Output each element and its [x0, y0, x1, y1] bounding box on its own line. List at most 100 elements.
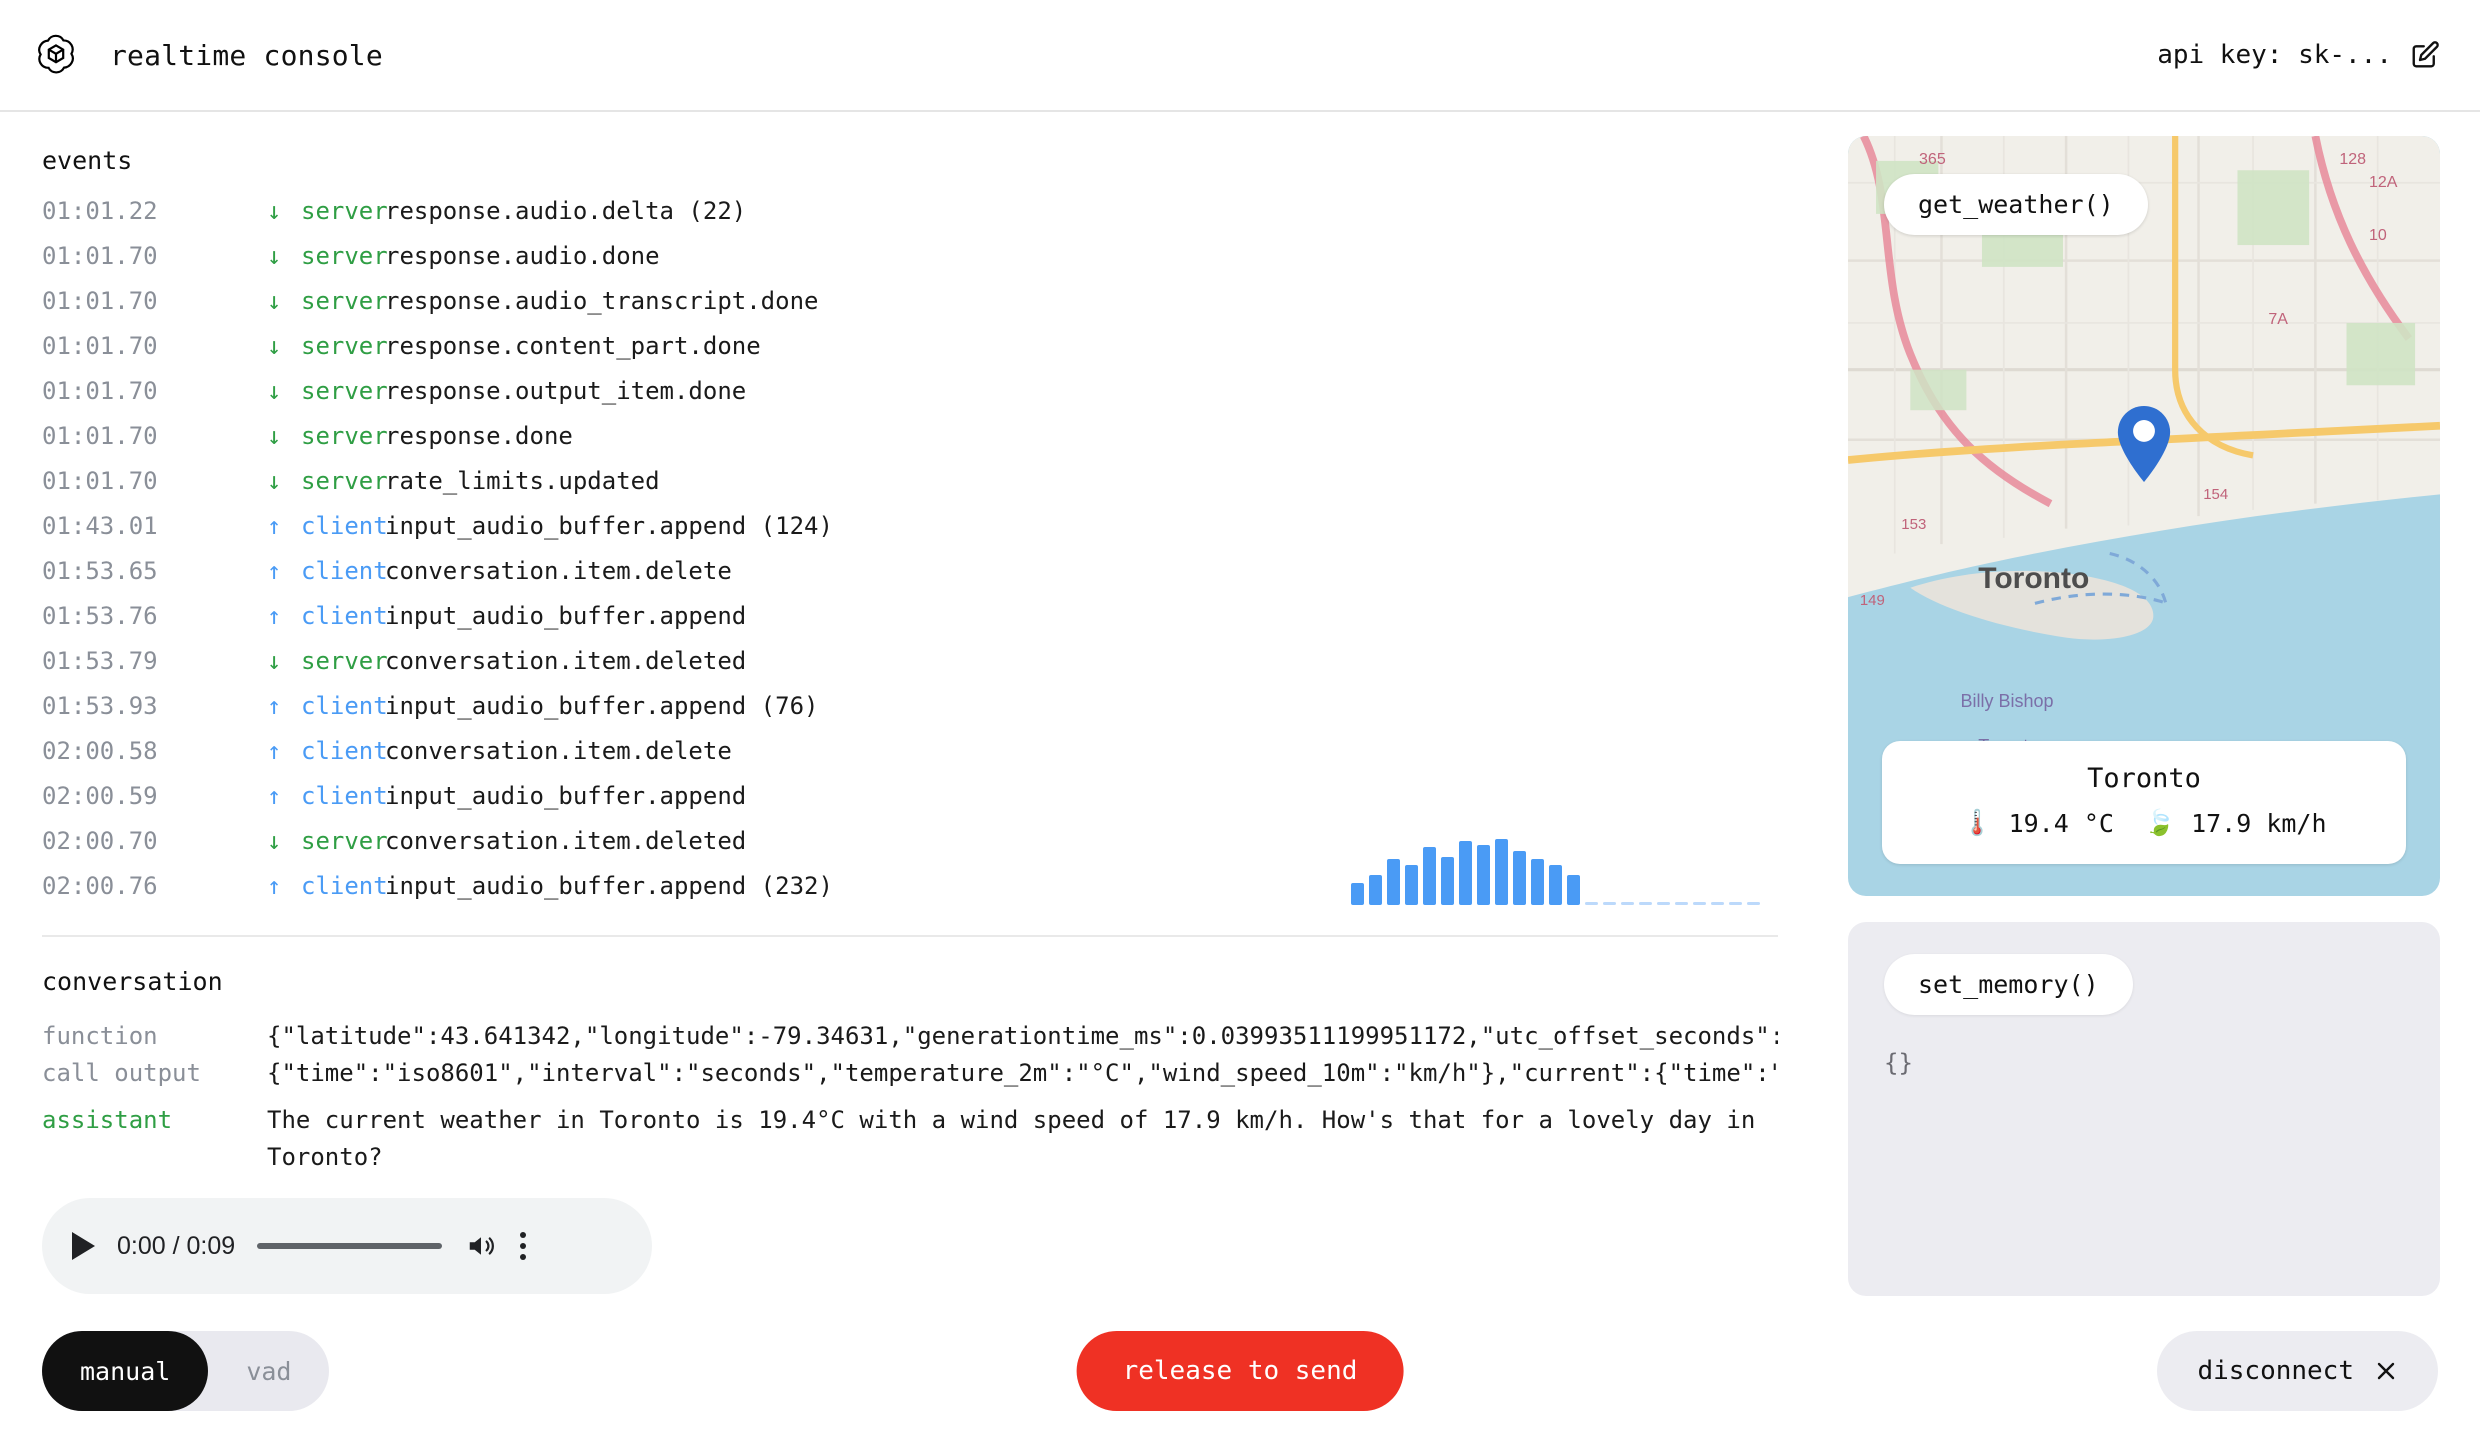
- event-row[interactable]: 01:53.65 ↑ client conversation.item.delete: [42, 557, 1780, 602]
- event-timestamp: 01:01.70: [42, 467, 158, 495]
- play-icon[interactable]: [72, 1232, 95, 1260]
- waveform-bar: [1495, 839, 1508, 905]
- mode-toggle-vad[interactable]: vad: [208, 1331, 329, 1411]
- kebab-menu-icon[interactable]: [520, 1232, 527, 1260]
- event-name: response.content_part.done: [385, 332, 761, 360]
- tools-column: Toronto Billy Bishop Toronto City Airpor…: [1820, 112, 2480, 1296]
- waveform-bar: [1405, 865, 1418, 905]
- speaker-icon[interactable]: [464, 1231, 498, 1261]
- event-source: server: [301, 377, 388, 405]
- event-timestamp: 01:01.70: [42, 332, 158, 360]
- event-row[interactable]: 01:01.70 ↓ server response.output_item.done: [42, 377, 1780, 422]
- event-name: response.audio.delta (22): [385, 197, 747, 225]
- release-to-send-button[interactable]: release to send: [1076, 1331, 1404, 1411]
- event-row[interactable]: 01:53.76 ↑ client input_audio_buffer.append: [42, 602, 1780, 647]
- arrow-down-icon: ↓: [267, 242, 282, 270]
- event-row[interactable]: 01:01.22 ↓ server response.audio.delta (22): [42, 197, 1780, 242]
- get-weather-function-pill: get_weather(): [1884, 174, 2148, 235]
- event-source: server: [301, 197, 388, 225]
- event-row[interactable]: 02:00.58 ↑ client conversation.item.delete: [42, 737, 1780, 782]
- event-timestamp: 01:01.70: [42, 377, 158, 405]
- event-source: client: [301, 782, 388, 810]
- event-row[interactable]: 01:01.70 ↓ server response.audio_transcript…: [42, 287, 1780, 332]
- waveform-bar: [1477, 845, 1490, 905]
- waveform-bar-idle: [1585, 902, 1598, 905]
- mode-toggle-group[interactable]: manual vad: [42, 1331, 330, 1411]
- event-row[interactable]: 01:01.70 ↓ server response.content_part.don…: [42, 332, 1780, 377]
- waveform-bar-idle: [1747, 902, 1760, 905]
- app-body: events 01:01.22 ↓ server response.audio.del…: [0, 112, 2480, 1296]
- arrow-up-icon: ↑: [267, 512, 282, 540]
- events-list[interactable]: 01:01.22 ↓ server response.audio.delta (22)…: [42, 197, 1780, 917]
- arrow-up-icon: ↑: [267, 782, 282, 810]
- memory-json-value: {}: [1884, 1049, 1913, 1077]
- conversation-role: assistant: [42, 1106, 173, 1134]
- conversation-item: function call output {"latitude":43.641342…: [42, 1018, 1778, 1092]
- event-source: client: [301, 602, 388, 630]
- thermometer-icon: 🌡️: [1961, 808, 1993, 837]
- waveform-bar: [1531, 859, 1544, 905]
- event-row[interactable]: 01:43.01 ↑ client input_audio_buffer.append…: [42, 512, 1780, 557]
- control-bar: manual vad release to send disconnect: [0, 1296, 2480, 1446]
- event-name: input_audio_buffer.append (232): [385, 872, 833, 900]
- conversation-text: The current weather in Toronto is 19.4°C…: [267, 1106, 1756, 1171]
- event-timestamp: 01:53.79: [42, 647, 158, 675]
- waveform-bar-idle: [1657, 902, 1670, 905]
- weather-city: Toronto: [2087, 763, 2201, 794]
- waveform-bar-idle: [1603, 902, 1616, 905]
- waveform-bar-idle: [1639, 902, 1652, 905]
- event-timestamp: 01:01.70: [42, 242, 158, 270]
- audio-progress-slider[interactable]: [257, 1243, 443, 1249]
- event-name: input_audio_buffer.append: [385, 602, 747, 630]
- event-timestamp: 02:00.70: [42, 827, 158, 855]
- event-source: server: [301, 827, 388, 855]
- event-timestamp: 01:01.22: [42, 197, 158, 225]
- event-row[interactable]: 01:53.93 ↑ client input_audio_buffer.append…: [42, 692, 1780, 737]
- event-row[interactable]: 01:53.79 ↓ server conversation.item.deleted: [42, 647, 1780, 692]
- edit-square-icon[interactable]: [2410, 40, 2440, 70]
- event-name: conversation.item.deleted: [385, 827, 747, 855]
- waveform-bar-idle: [1693, 902, 1706, 905]
- event-name: input_audio_buffer.append: [385, 782, 747, 810]
- wind-leaf-icon: 🍃: [2143, 808, 2176, 837]
- event-row[interactable]: 01:01.70 ↓ server response.done: [42, 422, 1780, 467]
- weather-wind: 17.9 km/h: [2191, 808, 2327, 838]
- conversation-panel: conversation function call output {"latitu…: [0, 937, 1820, 1296]
- waveform-bar-idle: [1711, 902, 1724, 905]
- event-source: client: [301, 557, 388, 585]
- waveform-bar-idle: [1729, 902, 1742, 905]
- event-source: client: [301, 872, 388, 900]
- event-row[interactable]: 01:01.70 ↓ server response.audio.done: [42, 242, 1780, 287]
- event-name: input_audio_buffer.append (124): [385, 512, 833, 540]
- event-timestamp: 02:00.59: [42, 782, 158, 810]
- event-source: server: [301, 332, 388, 360]
- conversation-text: {"latitude":43.641342,"longitude":-79.34…: [267, 1022, 1778, 1087]
- event-row[interactable]: 02:00.59 ↑ client input_audio_buffer.append: [42, 782, 1780, 827]
- arrow-down-icon: ↓: [267, 377, 282, 405]
- api-key-control[interactable]: api key: sk-...: [2157, 40, 2440, 70]
- openai-logo-icon: [32, 31, 80, 79]
- arrow-down-icon: ↓: [267, 827, 282, 855]
- realtime-console-app: realtime console api key: sk-... events …: [0, 0, 2480, 1446]
- event-timestamp: 01:53.93: [42, 692, 158, 720]
- audio-waveform-visualizer: [1351, 825, 1760, 905]
- waveform-bar: [1351, 883, 1364, 905]
- event-row[interactable]: 01:01.70 ↓ server rate_limits.updated: [42, 467, 1780, 512]
- disconnect-label: disconnect: [2197, 1356, 2354, 1386]
- left-column: events 01:01.22 ↓ server response.audio.del…: [0, 112, 1820, 1296]
- arrow-down-icon: ↓: [267, 332, 282, 360]
- event-source: server: [301, 422, 388, 450]
- event-name: input_audio_buffer.append (76): [385, 692, 819, 720]
- disconnect-button[interactable]: disconnect: [2157, 1331, 2438, 1411]
- event-name: conversation.item.delete: [385, 737, 732, 765]
- arrow-up-icon: ↑: [267, 557, 282, 585]
- waveform-bar: [1441, 857, 1454, 905]
- waveform-bar: [1387, 859, 1400, 905]
- audio-player[interactable]: 0:00 / 0:09: [42, 1198, 652, 1294]
- waveform-bar-idle: [1621, 902, 1634, 905]
- mode-toggle-manual[interactable]: manual: [42, 1331, 209, 1411]
- waveform-bar: [1567, 875, 1580, 905]
- arrow-up-icon: ↑: [267, 692, 282, 720]
- arrow-down-icon: ↓: [267, 647, 282, 675]
- event-name: response.audio.done: [385, 242, 660, 270]
